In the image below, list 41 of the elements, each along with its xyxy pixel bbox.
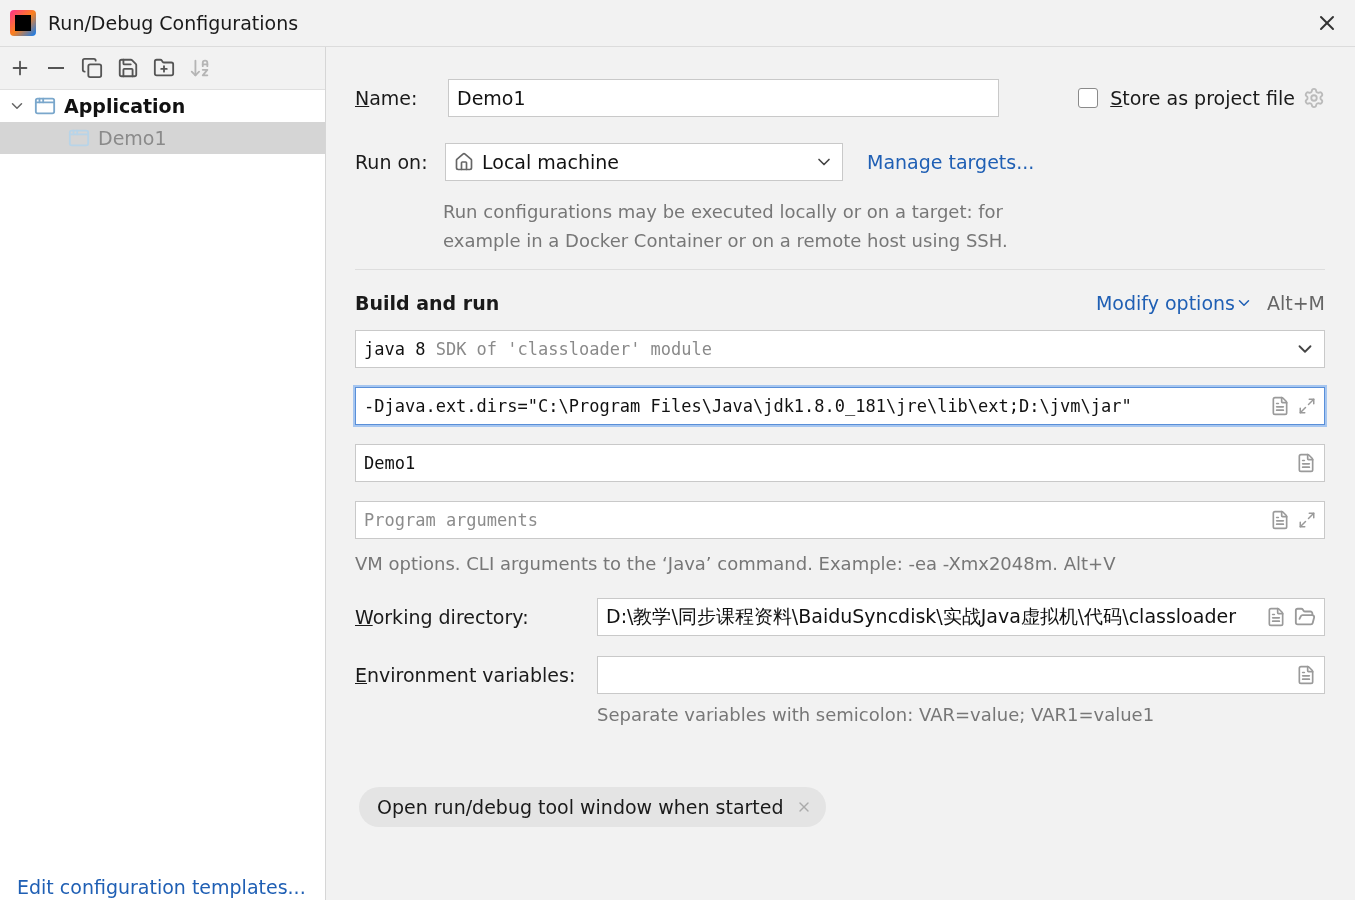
field-label: Working directory: <box>355 606 530 628</box>
manage-targets-link[interactable]: Manage targets... <box>867 151 1035 173</box>
application-icon <box>68 127 90 149</box>
text-field[interactable] <box>597 656 1325 694</box>
field-label: Environment variables: <box>355 664 577 686</box>
run-on-dropdown[interactable]: Local machine <box>445 143 843 181</box>
option-tag[interactable]: Open run/debug tool window when started <box>359 787 826 827</box>
application-icon <box>34 95 56 117</box>
document-icon[interactable] <box>1266 607 1286 627</box>
save-icon <box>117 57 139 79</box>
document-icon[interactable] <box>1270 510 1290 530</box>
text-field[interactable]: Demo1 <box>355 444 1325 482</box>
templates-link[interactable]: Edit configuration templates... <box>0 876 325 900</box>
hint-text: Run configurations may be executed locally or on a target: for example in a Docker Container or on a remote host using SSH. <box>443 200 1009 253</box>
app-logo-icon <box>10 10 36 36</box>
section-title: Build and run <box>355 292 501 314</box>
expand-icon[interactable] <box>1298 397 1316 415</box>
expand-icon[interactable] <box>1298 511 1316 529</box>
settings-icon[interactable] <box>1303 87 1325 109</box>
folder-icon <box>153 57 175 79</box>
folder-icon[interactable] <box>1294 606 1316 628</box>
hint-text: Separate variables with semicolon: VAR=value; VAR1=value1 <box>597 703 1156 727</box>
sort-icon <box>189 57 211 79</box>
document-icon[interactable] <box>1270 396 1290 416</box>
home-icon <box>454 152 474 172</box>
field-label: Run on: <box>355 151 429 173</box>
text-field[interactable]: D:\教学\同步课程资料\BaiduSyncdisk\实战Java虚拟机\代码\classloader <box>597 598 1325 636</box>
field-label: Name: <box>355 87 419 109</box>
tree-item[interactable]: Application <box>0 90 325 122</box>
shortcut-text: Alt+M <box>1266 292 1325 314</box>
checkbox[interactable] <box>1078 88 1099 108</box>
checkbox-label: Store as project file <box>1110 87 1295 109</box>
window-title: Run/Debug Configurations <box>48 12 300 34</box>
modify-options-link[interactable]: Modify options <box>1095 292 1235 314</box>
text-field[interactable]: -Djava.ext.dirs="C:\Program Files\Java\jdk1.8.0_181\jre\lib\ext;D:\jvm\jar" <box>355 387 1325 425</box>
document-icon[interactable] <box>1296 453 1316 473</box>
document-icon[interactable] <box>1296 665 1316 685</box>
sdk-dropdown[interactable]: java 8 SDK of 'classloader' module <box>355 330 1325 368</box>
name-field[interactable]: Demo1 <box>448 79 999 117</box>
copy-icon <box>81 57 103 79</box>
hint-text: VM options. CLI arguments to the ‘Java’ command. Example: -ea -Xmx2048m. Alt+V <box>355 552 1117 576</box>
